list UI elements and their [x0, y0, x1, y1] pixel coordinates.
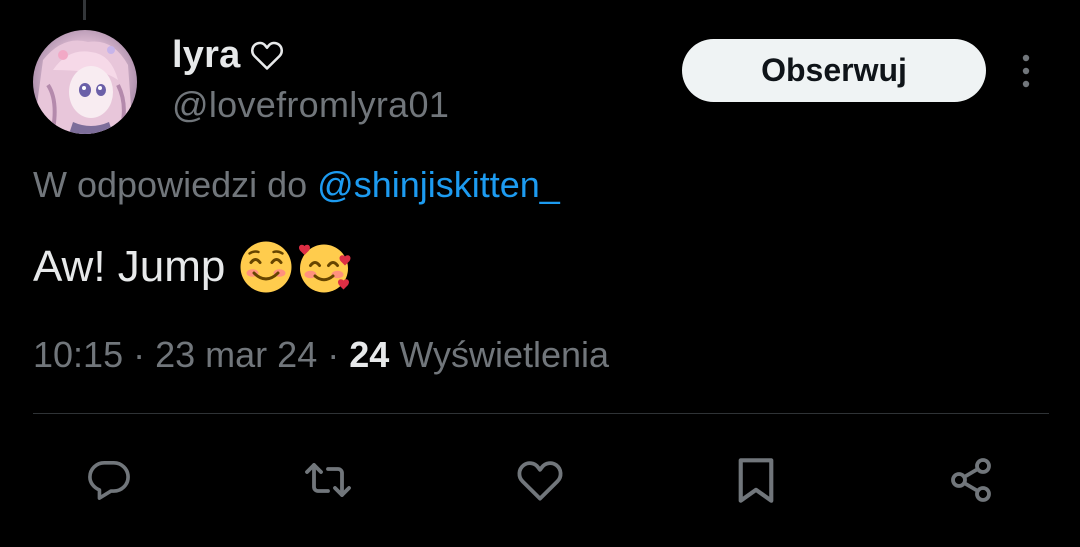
heart-outline-icon	[250, 39, 284, 71]
retweet-button[interactable]	[298, 450, 358, 510]
tweet-text: Aw! Jump	[33, 242, 226, 291]
bookmark-icon	[738, 458, 774, 503]
author-name-row[interactable]: lyra	[172, 32, 284, 78]
smiling-face-emoji	[240, 241, 292, 293]
tweet-body: Aw! Jump	[33, 236, 353, 298]
retweet-icon	[305, 463, 351, 497]
avatar-image	[33, 30, 137, 134]
like-button[interactable]	[510, 450, 570, 510]
reply-context-prefix: W odpowiedzi do	[33, 164, 308, 205]
reply-mention-link[interactable]: @shinjiskitten_	[317, 164, 560, 205]
divider	[33, 413, 1049, 414]
avatar[interactable]	[33, 30, 137, 134]
tweet-date[interactable]: 23 mar 24	[155, 334, 317, 375]
author-handle[interactable]: @lovefromlyra01	[172, 84, 449, 126]
more-options-button[interactable]	[1008, 48, 1044, 94]
tweet-time[interactable]: 10:15	[33, 334, 123, 375]
reply-context: W odpowiedzi do @shinjiskitten_	[33, 164, 560, 206]
share-button[interactable]	[941, 450, 1001, 510]
bookmark-button[interactable]	[726, 450, 786, 510]
share-icon	[951, 458, 991, 502]
follow-button[interactable]: Obserwuj	[682, 39, 986, 102]
tweet-emojis	[239, 240, 353, 294]
reply-button[interactable]	[79, 450, 139, 510]
reply-bubble-icon	[88, 461, 130, 500]
more-vertical-icon	[1022, 54, 1030, 88]
thread-connector-line	[83, 0, 86, 20]
display-name[interactable]: lyra	[172, 34, 240, 77]
meta-separator: ·	[133, 334, 146, 375]
tweet-meta: 10:15 · 23 mar 24 · 24 Wyświetlenia	[33, 334, 609, 376]
heart-icon	[517, 461, 563, 501]
meta-separator: ·	[327, 334, 340, 375]
action-bar	[0, 450, 1080, 510]
smiling-face-with-hearts-emoji	[299, 244, 351, 293]
views-label[interactable]: Wyświetlenia	[399, 334, 609, 375]
views-count[interactable]: 24	[349, 334, 389, 375]
